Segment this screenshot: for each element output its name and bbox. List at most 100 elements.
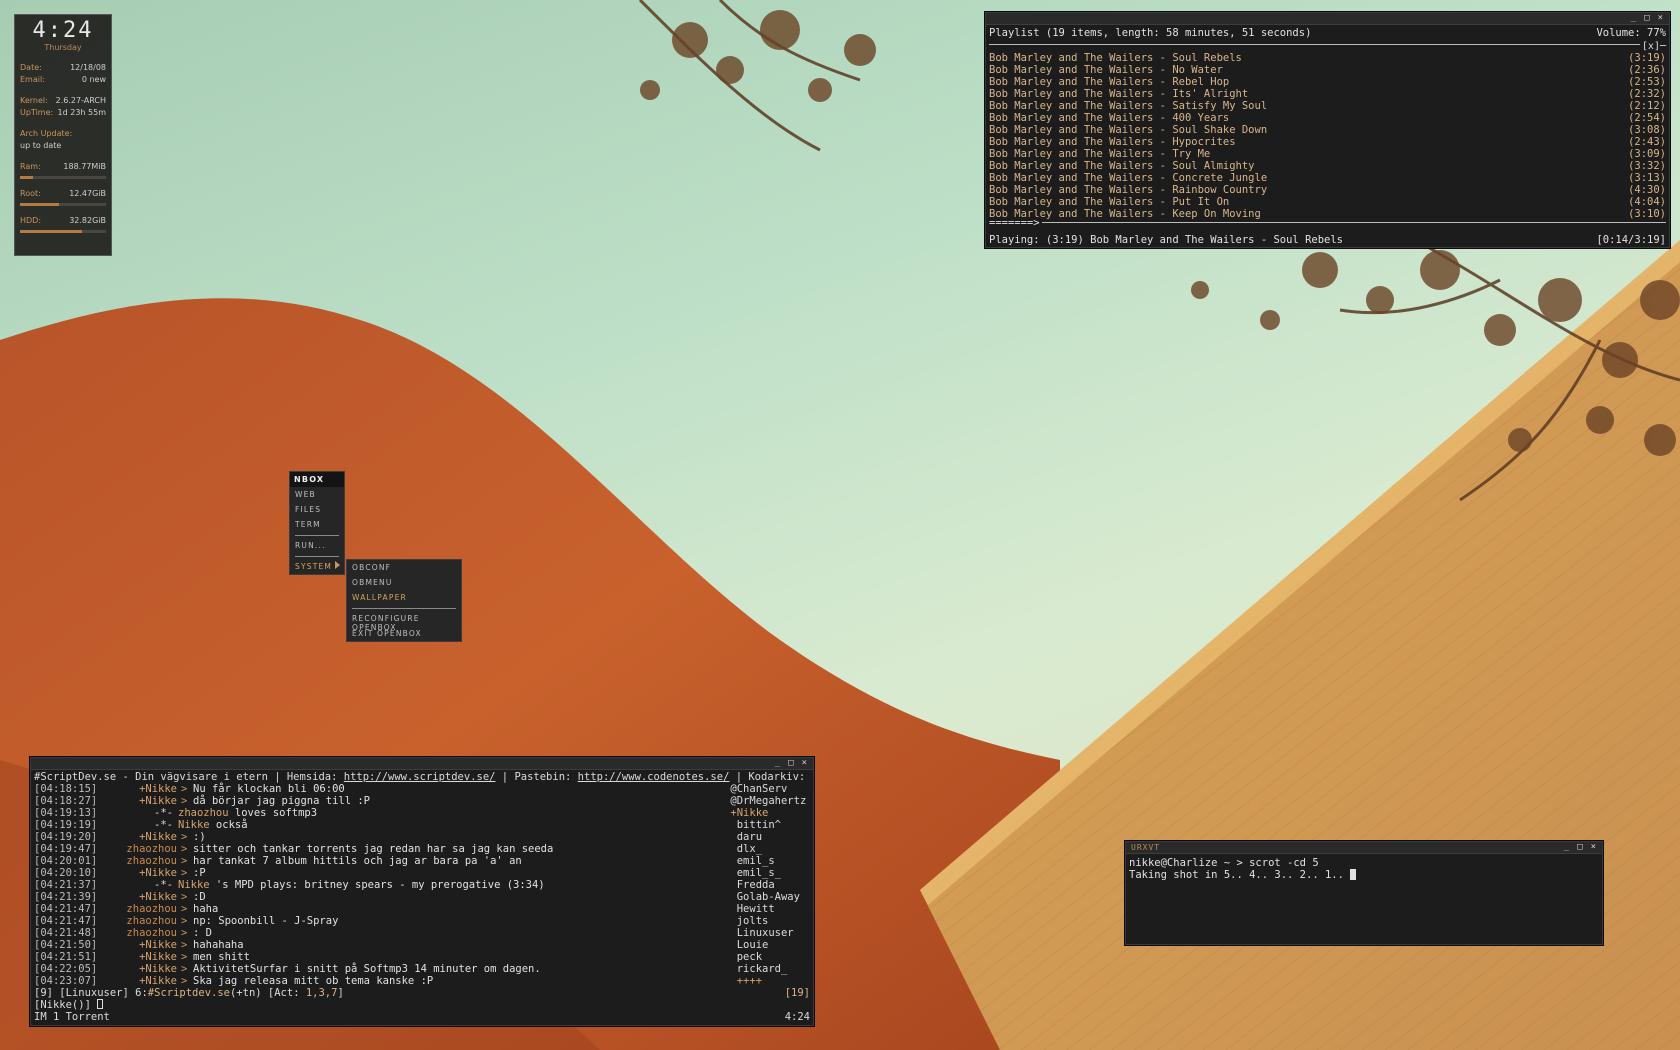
topic-link-scriptdev[interactable]: http://www.scriptdev.se/	[344, 771, 496, 783]
message-nick[interactable]: +Nikke	[96, 891, 181, 903]
nick-list-item[interactable]: Hewitt	[730, 903, 810, 915]
track-row[interactable]: Bob Marley and The Wailers - 400 Years (2…	[989, 112, 1666, 124]
irc-titlebar[interactable]: _ □ ×	[31, 758, 813, 770]
conky-date-label: Date:	[20, 63, 42, 72]
nick-list-item[interactable]: daru	[730, 831, 810, 843]
track-row[interactable]: Bob Marley and The Wailers - Its' Alrigh…	[989, 88, 1666, 100]
track-row[interactable]: Bob Marley and The Wailers - Satisfy My …	[989, 100, 1666, 112]
nick-list-item[interactable]: jolts	[730, 915, 810, 927]
nick-separator: >	[181, 867, 188, 879]
volume-readout[interactable]: Volume: 77%	[1596, 27, 1666, 39]
message-nick[interactable]: zhaozhou	[96, 927, 181, 939]
message-nick[interactable]: +Nikke	[96, 795, 181, 807]
track-position: [0:14/3:19]	[1596, 234, 1666, 246]
action-nick: Nikke	[178, 879, 210, 891]
maximize-icon[interactable]: □	[788, 759, 794, 768]
nick-list-item[interactable]: bittin^	[730, 819, 810, 831]
maximize-icon[interactable]: □	[1644, 14, 1650, 23]
menu-item-reconfigure[interactable]: RECONFIGURE OPENBOX	[347, 611, 461, 632]
message-nick[interactable]: zhaozhou	[96, 855, 181, 867]
track-duration: (3:32)	[1628, 160, 1666, 172]
menu-item-web[interactable]: WEB	[290, 487, 344, 502]
terminal-output[interactable]: nikke@Charlize ~ > scrot -cd 5 Taking sh…	[1126, 854, 1602, 884]
urxvt-titlebar[interactable]: URXVT _ □ ×	[1126, 842, 1602, 854]
menu-item-exit[interactable]: EXIT OPENBOX	[347, 626, 461, 641]
track-duration: (4:04)	[1628, 196, 1666, 208]
message-nick[interactable]: +Nikke	[96, 867, 181, 879]
track-row[interactable]: Bob Marley and The Wailers - Soul Rebels…	[989, 52, 1666, 64]
nick-list-item[interactable]: +Nikke	[730, 807, 810, 819]
track-row[interactable]: Bob Marley and The Wailers - No Water (2:…	[989, 64, 1666, 76]
menu-item-wallpaper[interactable]: WALLPAPER	[347, 590, 461, 605]
nick-list-item[interactable]: @DrMegahertz	[730, 795, 810, 807]
nick-list-item[interactable]: emil_s_	[730, 867, 810, 879]
message-nick[interactable]: zhaozhou	[96, 903, 181, 915]
menu-item-run[interactable]: RUN...	[290, 538, 344, 553]
nick-separator: >	[181, 891, 188, 903]
track-title: Bob Marley and The Wailers - Put It On	[989, 196, 1230, 208]
conky-day: Thursday	[44, 43, 82, 52]
irc-window[interactable]: _ □ × #ScriptDev.se - Din vägvisare i et…	[30, 757, 814, 1026]
nick-list[interactable]: @ChanServ @DrMegahertz +Nikke bittin^ daru…	[730, 783, 810, 987]
menu-item-system[interactable]: SYSTEM	[290, 559, 344, 574]
message-nick[interactable]: +Nikke	[96, 783, 181, 795]
track-row[interactable]: Bob Marley and The Wailers - Put It On (4…	[989, 196, 1666, 208]
playlist-window[interactable]: _ □ × Playlist (19 items, length: 58 min…	[985, 12, 1670, 248]
message-row: [04:18:27] +Nikke > då börjar jag piggna ti…	[34, 795, 730, 807]
track-row[interactable]: Bob Marley and The Wailers - Try Me (3:09…	[989, 148, 1666, 160]
message-text: AktivitetSurfar i snitt på Softmp3 14 mi…	[193, 963, 541, 975]
track-row[interactable]: Bob Marley and The Wailers - Concrete Ju…	[989, 172, 1666, 184]
nick-separator: >	[181, 975, 188, 987]
nick-list-item[interactable]: peck	[730, 951, 810, 963]
topic-text: | Pastebin:	[495, 771, 578, 783]
close-icon[interactable]: ×	[1591, 843, 1597, 852]
minimize-icon[interactable]: _	[1564, 843, 1570, 852]
nick-list-item[interactable]: Fredda	[730, 879, 810, 891]
close-icon[interactable]: ×	[802, 759, 808, 768]
message-text: hahahaha	[193, 939, 244, 951]
nick-list-item[interactable]: dlx_	[730, 843, 810, 855]
playlist-close-mark[interactable]: [x]─	[1639, 41, 1666, 53]
nick-list-item[interactable]: rickard_	[730, 963, 810, 975]
nick-list-item[interactable]: Golab-Away	[730, 891, 810, 903]
track-row[interactable]: Bob Marley and The Wailers - Hypocrites (…	[989, 136, 1666, 148]
topic-link-codenotes[interactable]: http://www.codenotes.se/	[578, 771, 730, 783]
close-icon[interactable]: ×	[1658, 14, 1664, 23]
message-nick[interactable]: +Nikke	[96, 975, 181, 987]
message-nick[interactable]: +Nikke	[96, 831, 181, 843]
menu-item-term[interactable]: TERM	[290, 517, 344, 532]
track-row[interactable]: Bob Marley and The Wailers - Soul Almigh…	[989, 160, 1666, 172]
message-nick[interactable]: +Nikke	[96, 951, 181, 963]
openbox-root-menu[interactable]: NBOX WEB FILES TERM RUN... SYSTEM	[289, 471, 345, 575]
urxvt-terminal-window[interactable]: URXVT _ □ × nikke@Charlize ~ > scrot -cd…	[1125, 841, 1603, 945]
playlist-titlebar[interactable]: _ □ ×	[986, 13, 1669, 25]
text-cursor	[97, 999, 104, 1009]
message-nick[interactable]: zhaozhou	[96, 915, 181, 927]
nick-list-item[interactable]: @ChanServ	[730, 783, 810, 795]
track-row[interactable]: Bob Marley and The Wailers - Soul Shake …	[989, 124, 1666, 136]
message-nick[interactable]: +Nikke	[96, 963, 181, 975]
message-nick[interactable]: zhaozhou	[96, 843, 181, 855]
track-row[interactable]: Bob Marley and The Wailers - Rainbow Cou…	[989, 184, 1666, 196]
nick-list-item[interactable]: Linuxuser	[730, 927, 810, 939]
menu-item-obconf[interactable]: OBCONF	[347, 560, 461, 575]
nick-separator: >	[181, 843, 188, 855]
action-marker: -*-	[154, 819, 173, 831]
menu-item-files[interactable]: FILES	[290, 502, 344, 517]
track-row[interactable]: Bob Marley and The Wailers - Keep On Mov…	[989, 208, 1666, 220]
message-timestamp: [04:18:27]	[34, 795, 98, 807]
nick-list-item[interactable]: emil_s	[730, 855, 810, 867]
maximize-icon[interactable]: □	[1577, 843, 1583, 852]
menu-item-obmenu[interactable]: OBMENU	[347, 575, 461, 590]
track-row[interactable]: Bob Marley and The Wailers - Rebel Hop (2…	[989, 76, 1666, 88]
nick-list-item[interactable]: Louie	[730, 939, 810, 951]
openbox-system-submenu[interactable]: OBCONF OBMENU WALLPAPER RECONFIGURE OPEN…	[346, 559, 462, 642]
action-marker: -*-	[154, 879, 173, 891]
message-input[interactable]: [Nikke()]	[34, 999, 810, 1011]
minimize-icon[interactable]: _	[1631, 14, 1637, 23]
nick-list-item[interactable]: ++++	[730, 975, 810, 987]
message-nick[interactable]: +Nikke	[96, 939, 181, 951]
track-duration: (2:36)	[1628, 64, 1666, 76]
progress-arrow[interactable]: =======>	[989, 217, 1042, 229]
minimize-icon[interactable]: _	[775, 759, 781, 768]
